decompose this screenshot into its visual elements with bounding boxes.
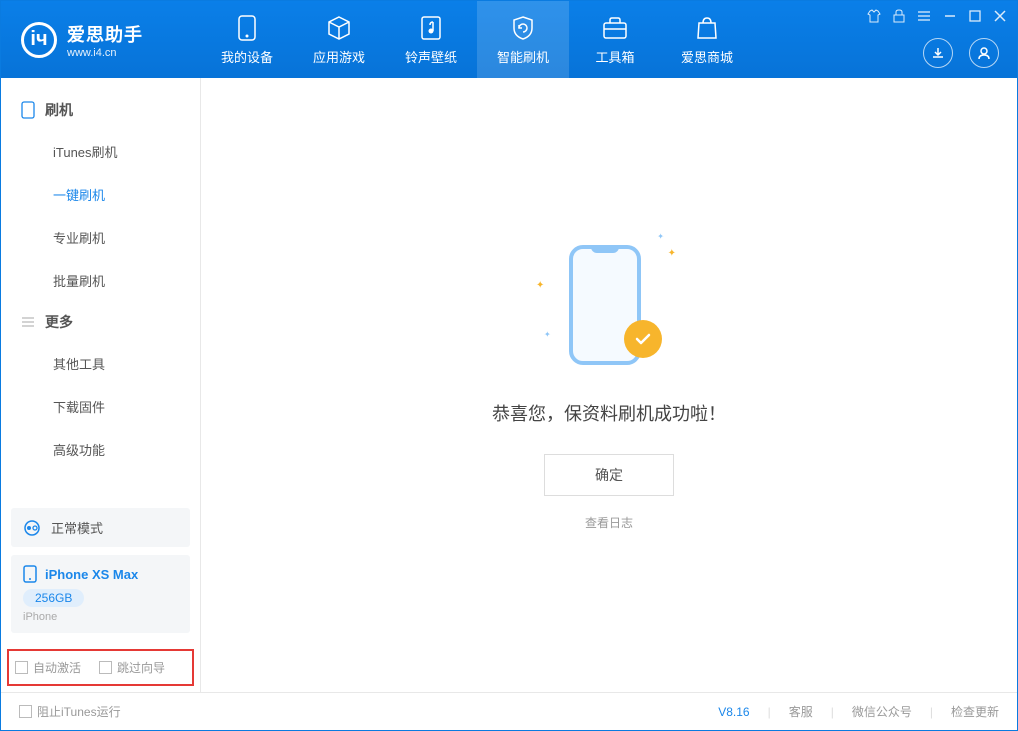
sparkle-icon: ✦ bbox=[544, 330, 551, 339]
logo-icon: iч bbox=[21, 22, 57, 58]
user-button[interactable] bbox=[969, 38, 999, 68]
checkbox-auto-activate[interactable]: 自动激活 bbox=[15, 659, 81, 676]
tab-smart-flash[interactable]: 智能刷机 bbox=[477, 1, 569, 78]
checkbox-block-itunes[interactable]: 阻止iTunes运行 bbox=[19, 703, 121, 720]
toolbox-icon bbox=[602, 14, 628, 42]
phone-icon bbox=[238, 14, 256, 42]
sidebar-item-onekey-flash[interactable]: 一键刷机 bbox=[1, 173, 200, 216]
sidebar-section-flash: 刷机 bbox=[1, 90, 200, 130]
minimize-button[interactable] bbox=[943, 9, 957, 23]
close-button[interactable] bbox=[993, 9, 1007, 23]
shirt-icon[interactable] bbox=[867, 9, 881, 23]
device-capacity: 256GB bbox=[23, 589, 84, 607]
tab-apps[interactable]: 应用游戏 bbox=[293, 1, 385, 78]
device-phone-icon bbox=[23, 565, 37, 583]
main-content: ✦ ✦ ✦ ✦ 恭喜您，保资料刷机成功啦！ 确定 查看日志 bbox=[201, 78, 1017, 692]
phone-small-icon bbox=[21, 101, 35, 119]
checkbox-icon bbox=[19, 705, 32, 718]
mode-icon bbox=[23, 519, 41, 537]
tab-ringtone[interactable]: 铃声壁纸 bbox=[385, 1, 477, 78]
menu-icon[interactable] bbox=[917, 10, 931, 22]
device-mode[interactable]: 正常模式 bbox=[11, 508, 190, 547]
confirm-button[interactable]: 确定 bbox=[544, 454, 674, 496]
checkbox-skip-guide[interactable]: 跳过向导 bbox=[99, 659, 165, 676]
view-log-link[interactable]: 查看日志 bbox=[585, 514, 633, 531]
app-title: 爱思助手 bbox=[67, 21, 143, 47]
bag-icon bbox=[695, 14, 719, 42]
sidebar-item-other-tools[interactable]: 其他工具 bbox=[1, 342, 200, 385]
sidebar-item-advanced[interactable]: 高级功能 bbox=[1, 428, 200, 471]
sidebar-section-more: 更多 bbox=[1, 302, 200, 342]
sidebar: 刷机 iTunes刷机 一键刷机 专业刷机 批量刷机 更多 其他工具 下载固件 … bbox=[1, 78, 201, 692]
wechat-link[interactable]: 微信公众号 bbox=[852, 703, 912, 720]
shield-refresh-icon bbox=[510, 14, 536, 42]
device-type: iPhone bbox=[23, 611, 178, 623]
flash-options-highlight: 自动激活 跳过向导 bbox=[7, 649, 194, 686]
logo-area: iч 爱思助手 www.i4.cn bbox=[1, 21, 201, 59]
sparkle-icon: ✦ bbox=[536, 280, 544, 291]
sidebar-item-pro-flash[interactable]: 专业刷机 bbox=[1, 216, 200, 259]
sparkle-icon: ✦ bbox=[657, 232, 664, 241]
music-icon bbox=[419, 14, 443, 42]
app-header: iч 爱思助手 www.i4.cn 我的设备 应用游戏 铃声壁纸 智能刷机 工具… bbox=[1, 1, 1017, 78]
sidebar-item-batch-flash[interactable]: 批量刷机 bbox=[1, 259, 200, 302]
check-update-link[interactable]: 检查更新 bbox=[951, 703, 999, 720]
window-controls bbox=[867, 9, 1007, 23]
list-icon bbox=[21, 316, 35, 328]
success-message: 恭喜您，保资料刷机成功啦！ bbox=[492, 400, 726, 426]
nav-tabs: 我的设备 应用游戏 铃声壁纸 智能刷机 工具箱 爱思商城 bbox=[201, 1, 753, 78]
tab-my-device[interactable]: 我的设备 bbox=[201, 1, 293, 78]
tab-toolbox[interactable]: 工具箱 bbox=[569, 1, 661, 78]
sparkle-icon: ✦ bbox=[668, 248, 676, 259]
sidebar-item-firmware[interactable]: 下载固件 bbox=[1, 385, 200, 428]
sidebar-item-itunes-flash[interactable]: iTunes刷机 bbox=[1, 130, 200, 173]
checkbox-icon bbox=[15, 661, 28, 674]
tab-store[interactable]: 爱思商城 bbox=[661, 1, 753, 78]
customer-service-link[interactable]: 客服 bbox=[789, 703, 813, 720]
lock-icon[interactable] bbox=[893, 9, 905, 23]
download-button[interactable] bbox=[923, 38, 953, 68]
device-card[interactable]: iPhone XS Max 256GB iPhone bbox=[11, 555, 190, 633]
checkbox-icon bbox=[99, 661, 112, 674]
check-badge-icon bbox=[624, 320, 662, 358]
maximize-button[interactable] bbox=[969, 10, 981, 22]
cube-icon bbox=[326, 14, 352, 42]
version-label: V8.16 bbox=[718, 705, 749, 719]
success-illustration: ✦ ✦ ✦ ✦ bbox=[544, 240, 674, 370]
status-bar: 阻止iTunes运行 V8.16 | 客服 | 微信公众号 | 检查更新 bbox=[1, 692, 1017, 730]
app-subtitle: www.i4.cn bbox=[67, 47, 143, 59]
